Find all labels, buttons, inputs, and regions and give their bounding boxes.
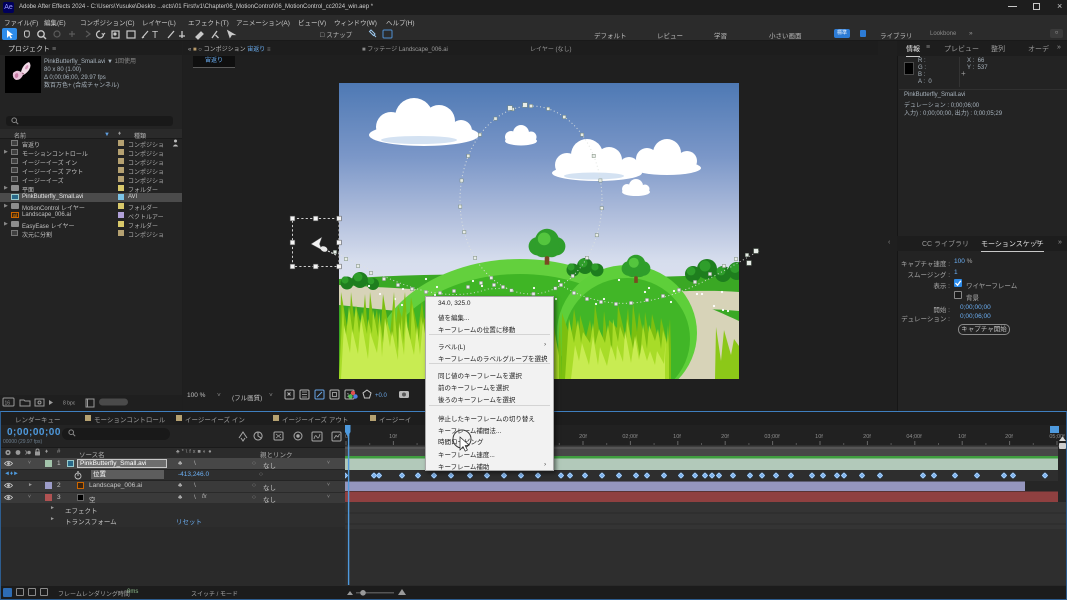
svg-text:10f: 10f — [815, 434, 823, 440]
svg-text:20f: 20f — [863, 434, 871, 440]
svg-text:8 bpc: 8 bpc — [63, 401, 76, 407]
svg-text:10f: 10f — [673, 434, 681, 440]
svg-text:10f: 10f — [389, 434, 397, 440]
svg-text:20f: 20f — [1005, 434, 1013, 440]
svg-text:03;00f: 03;00f — [764, 434, 780, 440]
svg-text:04;00f: 04;00f — [906, 434, 922, 440]
svg-text:+0.0: +0.0 — [375, 393, 388, 399]
svg-text:10f: 10f — [958, 434, 966, 440]
svg-text:16: 16 — [5, 401, 11, 407]
svg-text:02;00f: 02;00f — [622, 434, 638, 440]
svg-text:20f: 20f — [579, 434, 587, 440]
svg-text:20f: 20f — [721, 434, 729, 440]
